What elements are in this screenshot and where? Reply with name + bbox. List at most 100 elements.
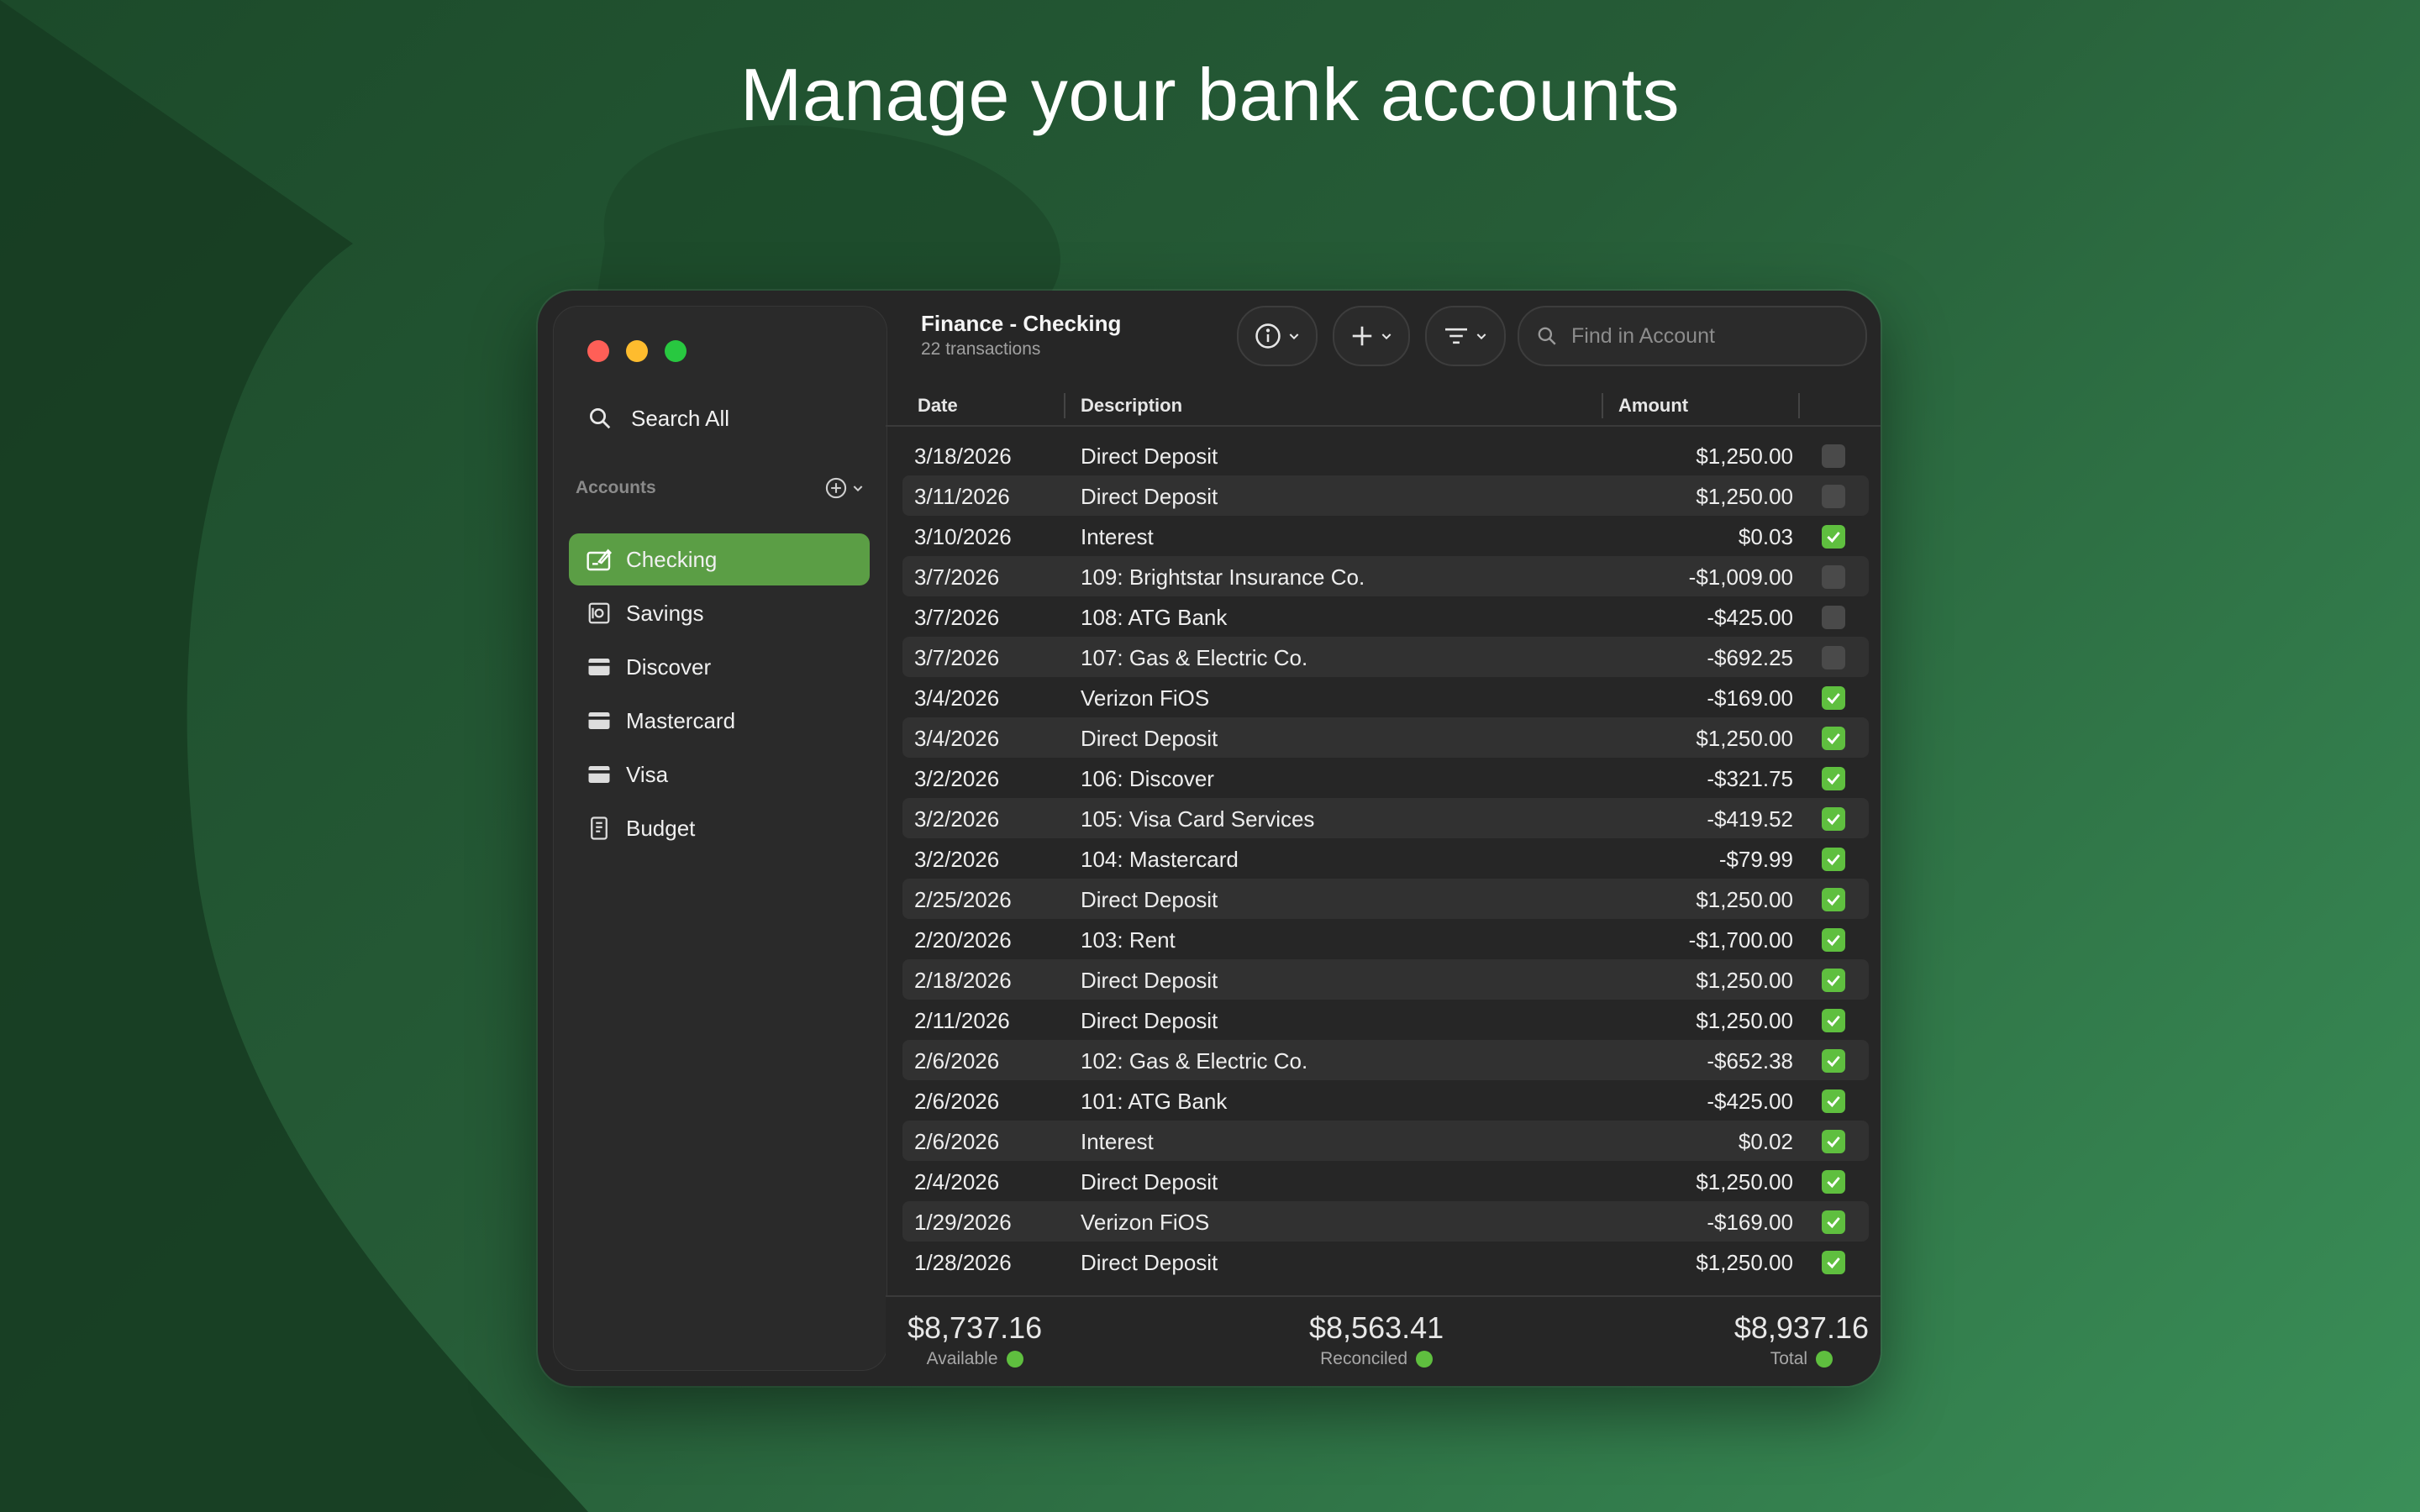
cell-amount: -$79.99 bbox=[1718, 847, 1793, 872]
column-header-amount[interactable]: Amount bbox=[1618, 395, 1688, 417]
cell-date: 2/18/2026 bbox=[914, 968, 1012, 993]
reconciled-value: $8,563.41 bbox=[1309, 1310, 1444, 1345]
sidebar-item-visa[interactable]: Visa bbox=[569, 748, 870, 801]
table-row[interactable]: 3/2/2026 106: Discover -$321.75 bbox=[902, 758, 1869, 798]
cell-date: 2/11/2026 bbox=[914, 1008, 1010, 1033]
search-icon bbox=[590, 408, 611, 429]
checkmark-icon bbox=[1827, 693, 1840, 705]
info-menu-button[interactable] bbox=[1237, 306, 1318, 366]
cleared-checkbox[interactable] bbox=[1822, 1170, 1845, 1194]
cleared-checkbox[interactable] bbox=[1822, 1089, 1845, 1113]
close-window-button[interactable] bbox=[587, 340, 609, 362]
sidebar-item-budget[interactable]: Budget bbox=[569, 802, 870, 854]
checkbook-icon bbox=[587, 549, 612, 571]
cleared-checkbox[interactable] bbox=[1822, 969, 1845, 992]
cleared-checkbox[interactable] bbox=[1822, 928, 1845, 952]
minimize-window-button[interactable] bbox=[626, 340, 648, 362]
cell-amount: -$1,009.00 bbox=[1688, 564, 1793, 590]
filter-menu-button[interactable] bbox=[1425, 306, 1506, 366]
table-row[interactable]: 2/6/2026 101: ATG Bank -$425.00 bbox=[902, 1080, 1869, 1121]
sidebar-item-mastercard[interactable]: Mastercard bbox=[569, 695, 870, 747]
column-header-date[interactable]: Date bbox=[918, 395, 958, 417]
cleared-checkbox[interactable] bbox=[1822, 686, 1845, 710]
cleared-checkbox[interactable] bbox=[1822, 727, 1845, 750]
cleared-checkbox[interactable] bbox=[1822, 1049, 1845, 1073]
transaction-count: 22 transactions bbox=[921, 339, 1041, 359]
cell-description: 104: Mastercard bbox=[1081, 847, 1239, 872]
table-row[interactable]: 3/18/2026 Direct Deposit $1,250.00 bbox=[902, 435, 1869, 475]
cell-description: 102: Gas & Electric Co. bbox=[1081, 1048, 1308, 1074]
table-row[interactable]: 1/29/2026 Verizon FiOS -$169.00 bbox=[902, 1201, 1869, 1242]
checkmark-icon bbox=[1827, 854, 1840, 866]
sidebar-item-savings[interactable]: Savings bbox=[569, 587, 870, 639]
available-balance: $8,737.16 Available bbox=[908, 1310, 1042, 1369]
table-row[interactable]: 2/25/2026 Direct Deposit $1,250.00 bbox=[902, 879, 1869, 919]
cell-amount: -$169.00 bbox=[1707, 1210, 1793, 1235]
cleared-checkbox[interactable] bbox=[1822, 888, 1845, 911]
sidebar-item-label: Visa bbox=[626, 761, 669, 787]
cell-date: 3/2/2026 bbox=[914, 847, 1000, 872]
table-row[interactable]: 2/6/2026 Interest $0.02 bbox=[902, 1121, 1869, 1161]
find-in-account-field[interactable] bbox=[1518, 306, 1867, 366]
table-row[interactable]: 1/28/2026 Direct Deposit $1,250.00 bbox=[902, 1242, 1869, 1282]
cleared-checkbox[interactable] bbox=[1822, 1009, 1845, 1032]
cell-description: Direct Deposit bbox=[1081, 1250, 1218, 1275]
table-row[interactable]: 3/10/2026 Interest $0.03 bbox=[902, 516, 1869, 556]
table-row[interactable]: 3/4/2026 Direct Deposit $1,250.00 bbox=[902, 717, 1869, 758]
total-balance: $8,937.16 Total bbox=[1734, 1310, 1869, 1369]
table-row[interactable]: 2/20/2026 103: Rent -$1,700.00 bbox=[902, 919, 1869, 959]
cell-amount: -$169.00 bbox=[1707, 685, 1793, 711]
cleared-checkbox[interactable] bbox=[1822, 525, 1845, 549]
table-row[interactable]: 2/6/2026 102: Gas & Electric Co. -$652.38 bbox=[902, 1040, 1869, 1080]
sidebar-item-label: Budget bbox=[626, 815, 696, 841]
cleared-checkbox[interactable] bbox=[1822, 606, 1845, 629]
table-row[interactable]: 3/7/2026 108: ATG Bank -$425.00 bbox=[902, 596, 1869, 637]
cleared-checkbox[interactable] bbox=[1822, 485, 1845, 508]
column-header-description[interactable]: Description bbox=[1081, 395, 1182, 417]
cell-date: 3/7/2026 bbox=[914, 564, 1000, 590]
cleared-checkbox[interactable] bbox=[1822, 1210, 1845, 1234]
table-row[interactable]: 3/7/2026 107: Gas & Electric Co. -$692.25 bbox=[902, 637, 1869, 677]
cleared-checkbox[interactable] bbox=[1822, 444, 1845, 468]
credit-card-icon bbox=[588, 659, 610, 675]
add-account-button[interactable] bbox=[824, 476, 865, 500]
cell-date: 3/2/2026 bbox=[914, 766, 1000, 791]
cell-amount: $1,250.00 bbox=[1696, 726, 1793, 751]
window-title: Finance - Checking bbox=[921, 311, 1122, 336]
add-transaction-button[interactable] bbox=[1333, 306, 1410, 366]
cell-date: 1/28/2026 bbox=[914, 1250, 1012, 1275]
table-row[interactable]: 2/18/2026 Direct Deposit $1,250.00 bbox=[902, 959, 1869, 1000]
status-dot-icon bbox=[1816, 1351, 1833, 1368]
search-all-button[interactable]: Search All bbox=[587, 397, 873, 439]
cleared-checkbox[interactable] bbox=[1822, 807, 1845, 831]
table-row[interactable]: 3/2/2026 104: Mastercard -$79.99 bbox=[902, 838, 1869, 879]
cell-amount: $1,250.00 bbox=[1696, 1169, 1793, 1194]
table-row[interactable]: 2/4/2026 Direct Deposit $1,250.00 bbox=[902, 1161, 1869, 1201]
status-dot-icon bbox=[1416, 1351, 1434, 1368]
table-row[interactable]: 3/11/2026 Direct Deposit $1,250.00 bbox=[902, 475, 1869, 516]
sidebar-item-checking[interactable]: Checking bbox=[569, 533, 870, 585]
checkmark-icon bbox=[1827, 1257, 1840, 1269]
table-row[interactable]: 3/7/2026 109: Brightstar Insurance Co. -$1… bbox=[902, 556, 1869, 596]
cell-description: Direct Deposit bbox=[1081, 968, 1218, 993]
table-row[interactable]: 2/11/2026 Direct Deposit $1,250.00 bbox=[902, 1000, 1869, 1040]
cleared-checkbox[interactable] bbox=[1822, 1130, 1845, 1153]
cell-amount: $1,250.00 bbox=[1696, 1250, 1793, 1275]
cleared-checkbox[interactable] bbox=[1822, 848, 1845, 871]
cell-description: Direct Deposit bbox=[1081, 1169, 1218, 1194]
zoom-window-button[interactable] bbox=[665, 340, 687, 362]
sidebar: Search All Accounts Checking Savings Dis… bbox=[553, 306, 887, 1371]
cell-date: 3/11/2026 bbox=[914, 484, 1010, 509]
chevron-down-icon bbox=[853, 486, 863, 492]
sidebar-item-discover[interactable]: Discover bbox=[569, 641, 870, 693]
cleared-checkbox[interactable] bbox=[1822, 767, 1845, 790]
cleared-checkbox[interactable] bbox=[1822, 1251, 1845, 1274]
cell-date: 2/25/2026 bbox=[914, 887, 1012, 912]
table-row[interactable]: 3/2/2026 105: Visa Card Services -$419.52 bbox=[902, 798, 1869, 838]
cleared-checkbox[interactable] bbox=[1822, 565, 1845, 589]
cell-date: 3/4/2026 bbox=[914, 685, 1000, 711]
total-value: $8,937.16 bbox=[1733, 1310, 1869, 1345]
table-row[interactable]: 3/4/2026 Verizon FiOS -$169.00 bbox=[902, 677, 1869, 717]
cleared-checkbox[interactable] bbox=[1822, 646, 1845, 669]
find-in-account-input[interactable] bbox=[1570, 323, 1842, 349]
